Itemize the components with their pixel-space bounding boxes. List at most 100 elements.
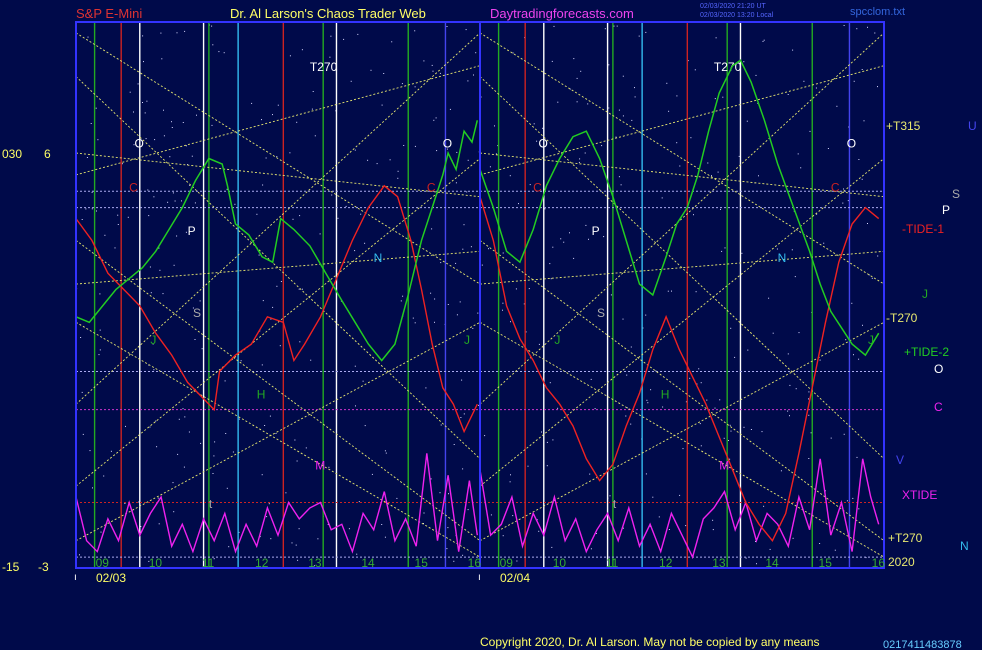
star-dot	[121, 163, 123, 165]
star-dot	[292, 218, 294, 220]
header-site[interactable]: Daytradingforecasts.com	[490, 6, 634, 21]
star-dot	[679, 165, 681, 167]
star-dot	[297, 559, 299, 561]
planet-glyph: S	[597, 306, 605, 320]
star-dot	[758, 175, 759, 177]
right-label: C	[934, 400, 943, 414]
star-dot	[618, 176, 620, 178]
star-dot	[384, 450, 386, 452]
star-dot	[745, 557, 747, 559]
star-dot	[350, 80, 352, 82]
star-dot	[389, 159, 391, 161]
star-dot	[603, 236, 605, 238]
star-dot	[459, 301, 461, 303]
star-dot	[502, 309, 503, 311]
star-dot	[294, 439, 296, 441]
planet-glyph: C	[831, 180, 840, 194]
star-dot	[518, 203, 519, 205]
star-dot	[328, 466, 330, 468]
star-dot	[550, 278, 552, 280]
planet-glyph: H	[661, 388, 670, 402]
star-dot	[114, 247, 116, 249]
star-dot	[846, 500, 848, 502]
star-dot	[630, 423, 632, 425]
right-label: J	[922, 287, 928, 301]
star-dot	[467, 509, 469, 511]
planet-glyph: N	[778, 251, 787, 265]
star-dot	[92, 487, 93, 489]
star-dot	[96, 210, 97, 212]
star-dot	[810, 432, 812, 434]
star-dot	[376, 163, 378, 165]
star-dot	[99, 329, 101, 331]
star-dot	[89, 450, 91, 452]
star-dot	[150, 292, 152, 294]
star-dot	[584, 152, 586, 154]
star-dot	[834, 549, 836, 551]
star-dot	[110, 450, 112, 452]
star-dot	[298, 288, 300, 290]
star-dot	[712, 519, 714, 521]
date-tick: ı	[74, 572, 77, 583]
star-dot	[858, 358, 860, 360]
star-dot	[117, 224, 119, 225]
date-tick: ı	[478, 572, 481, 583]
star-dot	[528, 288, 530, 290]
hour-tick-label: 10	[553, 556, 567, 570]
star-dot	[645, 31, 647, 33]
star-dot	[99, 293, 101, 295]
hour-tick-label: 16	[872, 556, 886, 570]
right-label: 2020	[888, 555, 915, 569]
star-dot	[99, 349, 101, 351]
star-dot	[512, 515, 514, 517]
planet-glyph: O	[443, 137, 452, 151]
star-dot	[80, 337, 82, 338]
star-dot	[730, 430, 732, 432]
right-label: P	[942, 203, 950, 217]
star-dot	[129, 91, 131, 93]
star-dot	[163, 109, 164, 111]
star-dot	[159, 269, 161, 271]
star-dot	[381, 104, 383, 106]
star-dot	[560, 238, 562, 240]
star-dot	[224, 380, 226, 382]
star-dot	[173, 511, 175, 513]
star-dot	[630, 346, 632, 348]
star-dot	[133, 111, 134, 113]
star-dot	[310, 359, 312, 361]
star-dot	[789, 415, 790, 417]
right-label: XTIDE	[902, 488, 937, 502]
star-dot	[631, 119, 633, 121]
star-dot	[402, 295, 404, 297]
star-dot	[381, 524, 383, 525]
star-dot	[618, 109, 620, 111]
star-dot	[473, 74, 474, 76]
hour-tick-label: 15	[819, 556, 833, 570]
star-dot	[867, 26, 868, 28]
star-dot	[679, 494, 681, 496]
star-dot	[171, 121, 172, 123]
star-dot	[277, 104, 279, 106]
star-dot	[858, 508, 860, 510]
star-dot	[214, 441, 216, 443]
star-dot	[706, 399, 708, 401]
star-dot	[194, 202, 196, 204]
star-dot	[465, 29, 467, 31]
hour-tick-label: 09	[500, 556, 514, 570]
star-dot	[430, 478, 432, 480]
star-dot	[463, 224, 465, 226]
star-dot	[622, 318, 624, 320]
y-bottom-label-2: -3	[38, 560, 49, 574]
star-dot	[270, 538, 272, 540]
star-dot	[502, 252, 504, 254]
star-dot	[609, 495, 611, 497]
star-dot	[345, 205, 347, 207]
star-dot	[86, 157, 88, 158]
star-dot	[477, 312, 479, 314]
star-dot	[622, 115, 624, 117]
star-dot	[81, 391, 83, 393]
star-dot	[354, 250, 356, 252]
star-dot	[453, 560, 455, 562]
star-dot	[171, 127, 173, 128]
star-dot	[251, 102, 253, 104]
